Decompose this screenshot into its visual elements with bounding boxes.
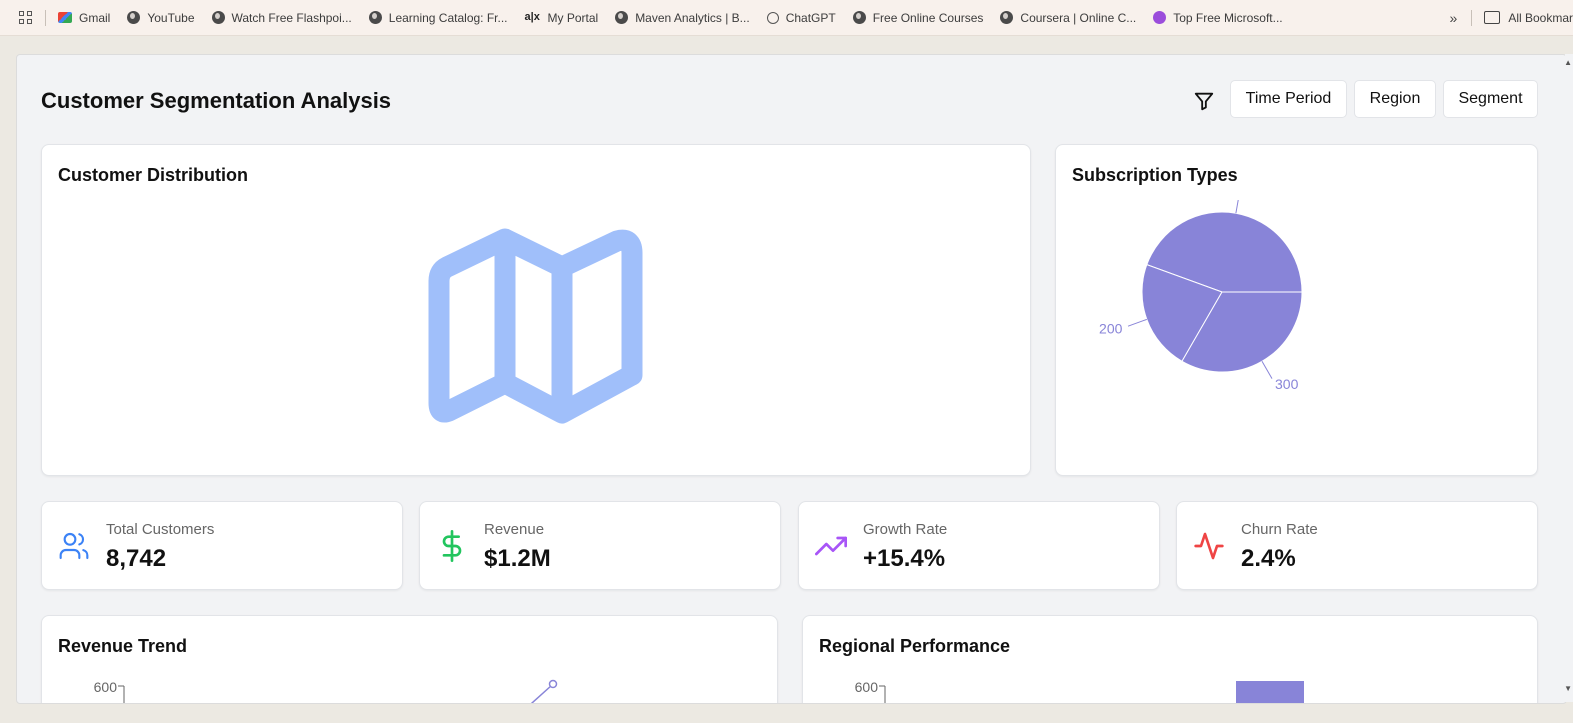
card-title: Regional Performance <box>819 636 1011 656</box>
chatgpt-icon <box>766 11 779 24</box>
pie-label-leader <box>1261 361 1273 379</box>
bookmark-label: YouTube <box>147 10 195 25</box>
bookmark-chatgpt[interactable]: ChatGPT <box>766 10 836 25</box>
all-bookmarks-folder[interactable]: All Bookmar <box>1484 11 1573 25</box>
bookmark-label: Free Online Courses <box>872 10 984 25</box>
bookmark-label: ChatGPT <box>785 10 836 25</box>
trending-up-icon <box>815 536 847 556</box>
subscription-pie-chart: 400200300 <box>1099 200 1303 392</box>
stat-label: Revenue <box>484 521 545 538</box>
stat-label: Growth Rate <box>863 521 948 538</box>
bookmark-label: Top Free Microsoft... <box>1173 10 1283 25</box>
bookmark-label: Gmail <box>79 10 111 25</box>
bookmark-gmail[interactable]: Gmail <box>58 11 110 25</box>
globe-icon <box>127 11 141 24</box>
page-title: Customer Segmentation Analysis <box>41 88 392 113</box>
stat-card-churn-rate: Churn Rate 2.4% <box>1176 501 1538 590</box>
bookmark-label: Watch Free Flashpoi... <box>231 10 352 25</box>
y-tick-label: 600 <box>94 679 118 695</box>
bookmark-label: Learning Catalog: Fr... <box>388 10 508 25</box>
stat-value: 8,742 <box>106 545 167 572</box>
globe-icon <box>211 11 225 24</box>
card-title: Subscription Types <box>1072 165 1238 185</box>
pie-slice-label: 300 <box>1275 376 1299 392</box>
stat-value: 2.4% <box>1241 545 1296 572</box>
region-bar[interactable] <box>1236 681 1304 704</box>
map-icon <box>428 228 643 424</box>
bookmarks-divider <box>1471 9 1473 26</box>
bookmark-label: My Portal <box>547 10 599 25</box>
subscription-types-card: Subscription Types 400200300 <box>1055 144 1538 476</box>
revenue-point[interactable] <box>548 679 558 689</box>
bookmark-label: Coursera | Online C... <box>1020 10 1137 25</box>
scroll-down-arrow-icon[interactable]: ▼ <box>1564 684 1572 693</box>
globe-icon <box>615 11 629 24</box>
time-period-filter-button[interactable]: Time Period <box>1230 80 1347 118</box>
regional-performance-card: Regional Performance 600 <box>802 615 1538 704</box>
page-scrollbar[interactable] <box>1565 54 1573 702</box>
revenue-trend-card: Revenue Trend 600 <box>41 615 778 703</box>
stat-value: +15.4% <box>863 545 946 572</box>
alx-icon: a|x <box>524 11 540 23</box>
all-bookmarks-label: All Bookmar <box>1508 10 1573 25</box>
bookmark-my-portal[interactable]: a|x My Portal <box>525 11 599 25</box>
stat-card-revenue: Revenue $1.2M <box>419 501 781 590</box>
filter-icon[interactable] <box>1193 90 1215 112</box>
card-title: Revenue Trend <box>58 636 188 656</box>
stat-card-growth-rate: Growth Rate +15.4% <box>798 501 1160 590</box>
y-tick-label: 600 <box>855 679 879 695</box>
gmail-icon <box>58 12 72 23</box>
purple-icon <box>1153 11 1167 24</box>
bookmark-learning-catalog[interactable]: Learning Catalog: Fr... <box>368 10 508 25</box>
revenue-trend-chart: 600 <box>94 679 558 703</box>
stat-label: Total Customers <box>106 521 215 538</box>
bookmarks-divider <box>45 9 46 26</box>
pie-label-leader <box>1127 318 1147 327</box>
region-filter-button[interactable]: Region <box>1354 80 1436 118</box>
stat-value: $1.2M <box>484 545 551 572</box>
globe-icon <box>852 11 866 24</box>
globe-icon <box>1000 11 1014 24</box>
globe-icon <box>368 11 382 24</box>
dashboard-app: Customer Segmentation Analysis Time Peri… <box>16 54 1567 704</box>
stat-label: Churn Rate <box>1241 521 1318 538</box>
more-bookmarks-chevron-icon[interactable]: » <box>1450 10 1458 26</box>
bookmarks-bar: Gmail YouTube Watch Free Flashpoi... Lea… <box>0 0 1573 36</box>
bookmark-youtube[interactable]: YouTube <box>127 10 195 25</box>
folder-icon <box>1484 11 1501 24</box>
regional-performance-chart: 600 <box>855 679 1304 704</box>
segment-filter-button[interactable]: Segment <box>1443 80 1538 118</box>
stat-card-total-customers: Total Customers 8,742 <box>41 501 403 590</box>
dollar-icon <box>442 530 462 562</box>
bookmark-label: Maven Analytics | B... <box>635 10 750 25</box>
bookmark-top-free-microsoft[interactable]: Top Free Microsoft... <box>1153 10 1283 25</box>
bookmark-flashpoint[interactable]: Watch Free Flashpoi... <box>211 10 352 25</box>
customer-distribution-card: Customer Distribution <box>41 144 1031 476</box>
apps-grid-icon[interactable] <box>19 10 33 25</box>
activity-icon <box>1194 532 1224 560</box>
pie-label-leader <box>1235 200 1239 214</box>
pie-slice-label: 200 <box>1099 320 1123 336</box>
users-icon <box>59 532 89 560</box>
bookmark-free-online-courses[interactable]: Free Online Courses <box>852 10 984 25</box>
bookmark-coursera[interactable]: Coursera | Online C... <box>1000 11 1136 25</box>
revenue-line <box>530 684 553 703</box>
scroll-up-arrow-icon[interactable]: ▲ <box>1564 58 1572 67</box>
card-title: Customer Distribution <box>58 165 249 185</box>
bookmark-maven-analytics[interactable]: Maven Analytics | B... <box>615 11 750 25</box>
